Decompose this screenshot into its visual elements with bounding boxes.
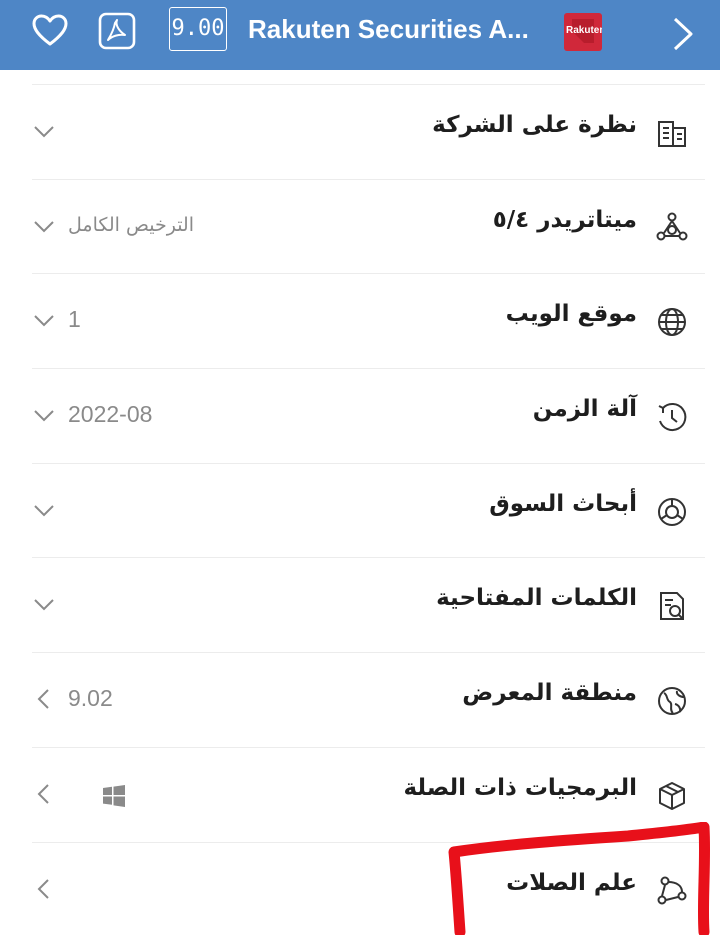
logo-text: Rakuten bbox=[566, 25, 602, 36]
globe-icon bbox=[655, 305, 689, 339]
windows-icon bbox=[102, 784, 126, 808]
row-value: الترخيص الكامل bbox=[68, 214, 194, 236]
row-label: الكلمات المفتاحية bbox=[436, 585, 637, 611]
metatrader-icon bbox=[655, 211, 689, 245]
chevron-down-icon bbox=[32, 498, 56, 522]
chevron-left-icon bbox=[32, 877, 56, 901]
top-app-bar: 9.00 Rakuten Securities A... Rakuten bbox=[0, 0, 720, 70]
row-keywords[interactable]: الكلمات المفتاحية bbox=[32, 557, 705, 652]
row-label: آلة الزمن bbox=[533, 396, 637, 422]
chevron-down-icon bbox=[32, 592, 56, 616]
chevron-right-icon[interactable] bbox=[664, 14, 704, 54]
keywords-icon bbox=[655, 589, 689, 623]
region-icon bbox=[655, 684, 689, 718]
chevron-left-icon bbox=[32, 782, 56, 806]
pdf-icon[interactable] bbox=[97, 11, 137, 51]
broker-title: Rakuten Securities A... bbox=[248, 14, 529, 45]
row-label: البرمجيات ذات الصلة bbox=[403, 775, 637, 801]
row-metatrader[interactable]: الترخيص الكامل ميتاتريدر ٥/٤ bbox=[32, 179, 705, 274]
chevron-down-icon bbox=[32, 214, 56, 238]
software-box-icon bbox=[655, 779, 689, 813]
chevron-left-icon bbox=[32, 687, 56, 711]
chevron-down-icon bbox=[32, 119, 56, 143]
broker-logo: Rakuten bbox=[564, 13, 602, 51]
row-exhibition-region[interactable]: 9.02 منطقة المعرض bbox=[32, 652, 705, 747]
chevron-down-icon bbox=[32, 308, 56, 332]
row-value: 9.02 bbox=[68, 685, 113, 712]
info-list: نظرة على الشركة الترخيص الكامل ميتاتريدر… bbox=[32, 84, 705, 936]
chevron-down-icon bbox=[32, 403, 56, 427]
row-label: ميتاتريدر ٥/٤ bbox=[493, 207, 637, 233]
row-label: أبحاث السوق bbox=[489, 491, 637, 517]
row-value: 2022-08 bbox=[68, 401, 152, 428]
time-machine-icon bbox=[655, 400, 689, 434]
score-badge: 9.00 bbox=[169, 7, 227, 51]
row-label: نظرة على الشركة bbox=[432, 112, 637, 138]
row-related-software[interactable]: البرمجيات ذات الصلة bbox=[32, 747, 705, 842]
relations-icon bbox=[655, 874, 689, 908]
row-value: 1 bbox=[68, 306, 81, 333]
row-label: منطقة المعرض bbox=[462, 680, 637, 706]
row-website[interactable]: 1 موقع الويب bbox=[32, 273, 705, 368]
market-research-icon bbox=[655, 495, 689, 529]
row-label: علم الصلات bbox=[506, 870, 637, 896]
row-time-machine[interactable]: 2022-08 آلة الزمن bbox=[32, 368, 705, 463]
building-icon bbox=[655, 116, 689, 150]
row-label: موقع الويب bbox=[506, 301, 637, 327]
row-company-overview[interactable]: نظرة على الشركة bbox=[32, 84, 705, 179]
row-market-research[interactable]: أبحاث السوق bbox=[32, 463, 705, 558]
heart-icon[interactable] bbox=[30, 11, 70, 51]
row-relations[interactable]: علم الصلات bbox=[32, 842, 705, 936]
